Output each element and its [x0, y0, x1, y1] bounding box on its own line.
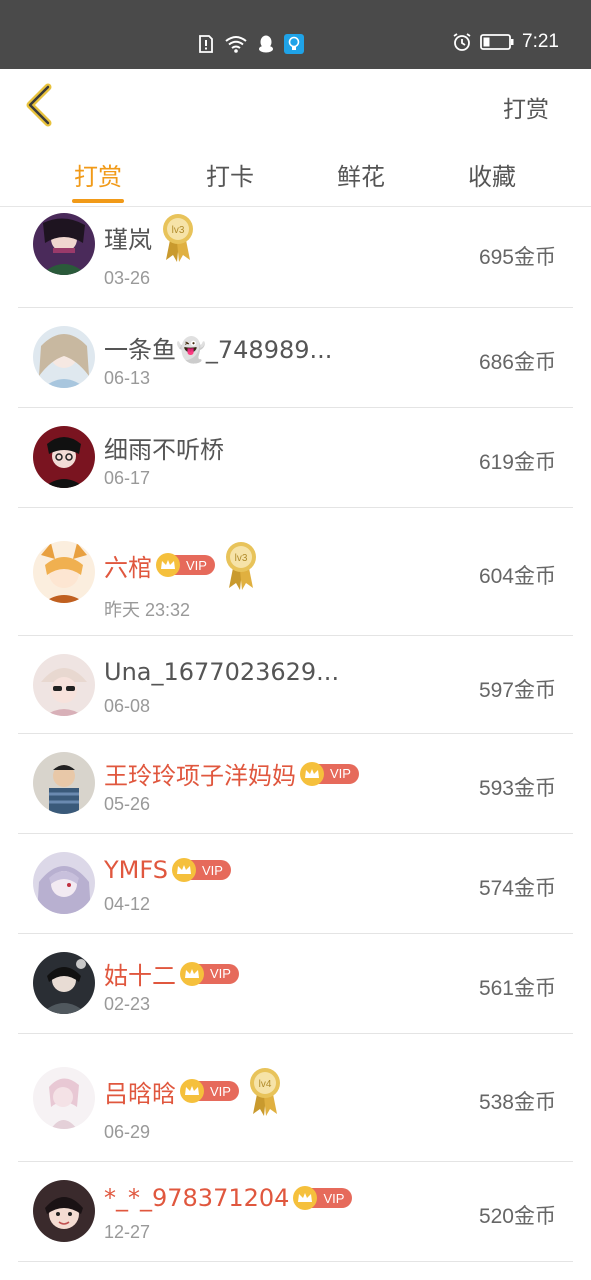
avatar[interactable] — [33, 1067, 95, 1129]
sim-alert-icon — [199, 35, 213, 53]
reward-amount: 520金币 — [478, 1205, 556, 1228]
reward-amount: 619金币 — [478, 451, 556, 474]
row-divider — [18, 1261, 573, 1262]
lightbulb-app-icon — [284, 34, 304, 54]
level-badge-icon: lv3 — [225, 542, 256, 590]
avatar[interactable] — [33, 852, 95, 914]
avatar[interactable] — [33, 213, 95, 275]
user-name[interactable]: *_*_978371204 — [104, 1184, 289, 1212]
reward-date: 03-26 — [104, 268, 151, 288]
reward-amount: 597金币 — [478, 679, 556, 702]
reward-date: 04-12 — [104, 894, 151, 914]
reward-amount: 695金币 — [478, 246, 556, 269]
status-bar: 7:21 — [0, 0, 591, 69]
reward-amount: 538金币 — [478, 1091, 556, 1114]
user-name[interactable]: 瑾岚 — [104, 220, 152, 255]
level-badge-icon: lv3 — [163, 214, 193, 262]
vip-label: VIP — [186, 557, 207, 573]
list-item[interactable]: Una_1677023629... 06-08 597金币 — [0, 636, 591, 734]
nav-bar: 打赏 — [0, 69, 591, 141]
list-item[interactable]: 细雨不听桥 06-17 619金币 — [0, 408, 591, 508]
vip-label: VIP — [210, 1083, 231, 1099]
crown-icon — [293, 1186, 318, 1210]
reward-date: 02-23 — [104, 994, 151, 1014]
qq-icon — [259, 35, 273, 53]
active-tab-indicator — [72, 199, 124, 203]
reward-date: 05-26 — [104, 794, 151, 814]
crown-icon — [156, 553, 180, 577]
reward-amount: 561金币 — [478, 977, 556, 1000]
status-right: 7:21 — [452, 31, 559, 53]
user-name[interactable]: 吕晗晗 — [104, 1074, 176, 1109]
wifi-icon — [225, 36, 247, 53]
level-badge-text: lv3 — [172, 225, 185, 236]
level-badge-text: lv4 — [259, 1079, 272, 1090]
reward-date: 12-27 — [104, 1222, 151, 1242]
user-name[interactable]: 姑十二 — [104, 956, 176, 991]
tab-bar: 打赏 打卡 鲜花 收藏 — [0, 141, 591, 207]
tab-reward[interactable]: 打赏 — [58, 157, 138, 192]
clock-time: 7:21 — [522, 31, 559, 52]
tab-checkin[interactable]: 打卡 — [190, 157, 270, 192]
reward-amount: 593金币 — [478, 777, 556, 800]
battery-icon — [480, 34, 514, 50]
vip-badge: VIP — [156, 553, 215, 577]
list-item[interactable]: 一条鱼👻_748989... 06-13 686金币 — [0, 308, 591, 408]
crown-icon — [180, 961, 204, 986]
vip-label: VIP — [323, 1190, 345, 1206]
avatar[interactable] — [33, 326, 95, 388]
list-item[interactable]: 瑾岚 lv3 03-26 695金币 — [0, 208, 591, 308]
avatar[interactable] — [33, 541, 95, 603]
avatar[interactable] — [33, 752, 95, 814]
alarm-icon — [453, 33, 471, 51]
vip-badge: VIP — [171, 858, 231, 882]
user-name[interactable]: 细雨不听桥 — [104, 430, 224, 465]
tab-favorites[interactable]: 收藏 — [452, 157, 532, 192]
reward-amount: 604金币 — [478, 565, 556, 588]
avatar[interactable] — [33, 426, 95, 488]
list-item[interactable]: YMFS VIP 04-12 574金币 — [0, 834, 591, 934]
reward-date: 06-29 — [104, 1122, 151, 1142]
list-item[interactable]: 王玲玲项子洋妈妈 VIP 05-26 593金币 — [0, 734, 591, 834]
reward-action-button[interactable]: 打赏 — [503, 90, 549, 124]
reward-list: 瑾岚 lv3 03-26 695金币 一条鱼👻_748989... 06-13 … — [0, 208, 591, 1280]
avatar[interactable] — [33, 654, 95, 716]
vip-badge: VIP — [293, 1186, 353, 1210]
vip-badge: VIP — [300, 761, 359, 786]
avatar[interactable] — [33, 952, 95, 1014]
reward-date: 06-08 — [104, 696, 151, 716]
crown-icon — [180, 1079, 204, 1103]
vip-label: VIP — [210, 966, 231, 981]
tab-flowers[interactable]: 鲜花 — [321, 157, 401, 192]
user-name[interactable]: Una_1677023629... — [104, 658, 339, 686]
vip-label: VIP — [201, 862, 223, 878]
crown-icon — [300, 761, 324, 786]
user-name[interactable]: YMFS — [104, 856, 168, 884]
reward-date: 06-17 — [104, 468, 151, 488]
user-name[interactable]: 一条鱼👻_748989... — [104, 330, 332, 365]
list-item[interactable]: 六棺 VIP lv3 昨天 23:32 604金币 — [0, 508, 591, 636]
level-badge-icon: lv4 — [249, 1068, 280, 1116]
reward-date: 06-13 — [104, 368, 151, 388]
list-item[interactable]: 姑十二 VIP 02-23 561金币 — [0, 934, 591, 1034]
reward-amount: 574金币 — [478, 877, 556, 900]
level-badge-text: lv3 — [235, 553, 248, 564]
list-item[interactable]: *_*_978371204 VIP 12-27 520金币 — [0, 1162, 591, 1262]
reward-date: 昨天 23:32 — [104, 600, 191, 620]
reward-amount: 686金币 — [478, 351, 556, 374]
list-item[interactable]: 吕晗晗 VIP lv4 06-29 538金币 — [0, 1034, 591, 1162]
user-name[interactable]: 王玲玲项子洋妈妈 — [104, 756, 296, 791]
user-name[interactable]: 六棺 — [104, 548, 152, 583]
vip-badge: VIP — [180, 1079, 239, 1103]
status-icons — [196, 33, 304, 55]
crown-icon — [171, 858, 196, 882]
chevron-left-icon[interactable] — [22, 83, 56, 127]
vip-badge: VIP — [180, 961, 239, 986]
avatar[interactable] — [33, 1180, 95, 1242]
vip-label: VIP — [330, 766, 351, 781]
